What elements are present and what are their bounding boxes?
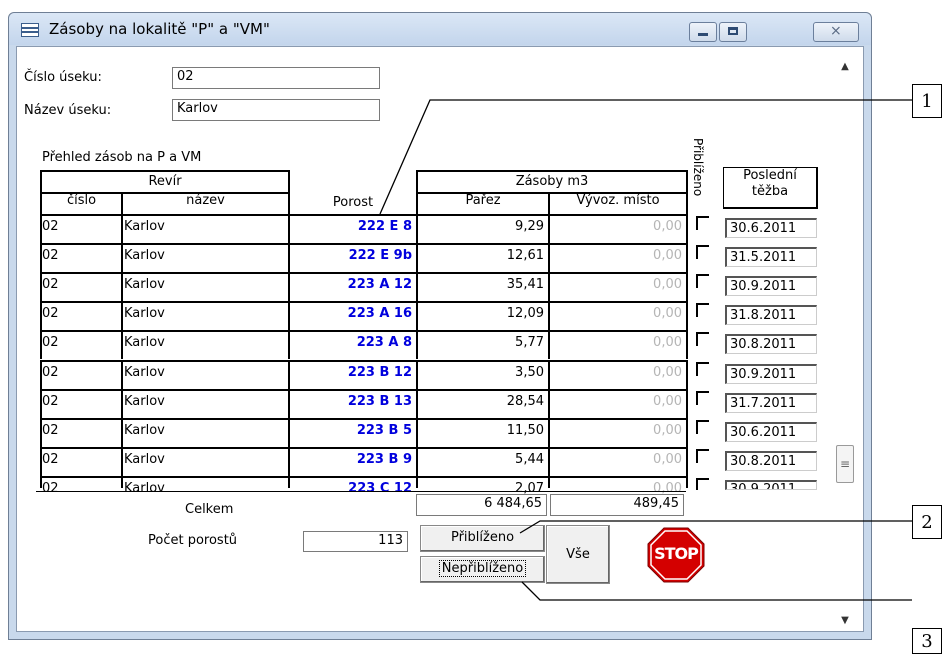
callout-3: 3 <box>912 628 942 654</box>
callout-1: 1 <box>912 84 942 118</box>
callout-lines <box>379 99 912 601</box>
callout-2: 2 <box>912 505 942 539</box>
